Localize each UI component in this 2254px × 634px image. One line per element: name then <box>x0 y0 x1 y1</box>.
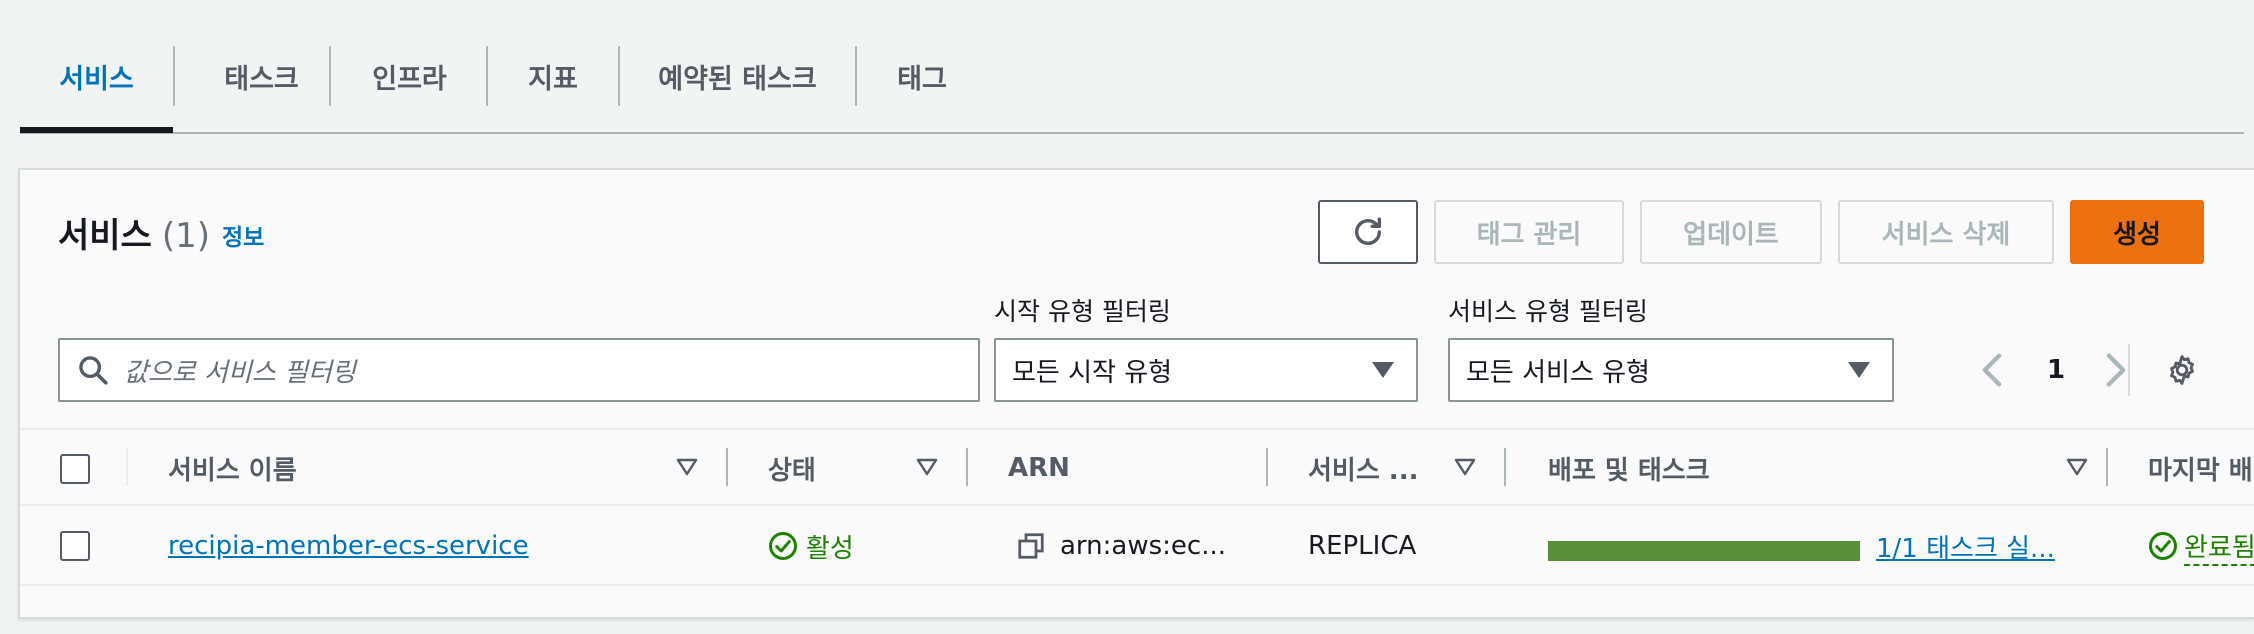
pager-divider <box>2128 344 2130 396</box>
column-divider <box>1266 448 1268 486</box>
tab-metrics[interactable]: 지표 <box>488 46 618 106</box>
caret-down-icon <box>1372 362 1394 378</box>
sort-icon <box>916 458 938 476</box>
launch-type-value: 모든 시작 유형 <box>1012 357 1173 388</box>
deployment-progress-fill <box>1548 541 1860 561</box>
sort-icon <box>2066 458 2088 476</box>
refresh-icon <box>1354 217 1382 245</box>
table-settings-button[interactable] <box>2158 346 2206 394</box>
caret-down-icon <box>1848 362 1870 378</box>
service-type-text: REPLICA <box>1308 531 1417 561</box>
search-placeholder: 값으로 서비스 필터링 <box>124 357 356 388</box>
service-name-link[interactable]: recipia-member-ecs-service <box>168 531 529 561</box>
chevron-right-icon <box>2106 353 2126 387</box>
arn-cell: arn:aws:ec... <box>1016 506 1226 586</box>
last-deployment-text[interactable]: 완료됨 <box>2184 527 2254 566</box>
last-deployment-cell: 완료됨 <box>2148 506 2254 586</box>
services-panel: 서비스 (1) 정보 태그 관리 업데이트 서비스 삭제 생성 시작 유형 필터… <box>18 168 2254 619</box>
current-page[interactable]: 1 <box>2036 346 2076 394</box>
tab-services[interactable]: 서비스 <box>20 46 173 106</box>
column-divider <box>966 448 968 486</box>
status-cell: 활성 <box>768 506 854 586</box>
success-check-icon <box>2149 532 2177 560</box>
table-row: recipia-member-ecs-service 활성 arn:aws:ec… <box>20 506 2254 586</box>
tab-bar: 서비스 태스크 인프라 지표 예약된 태스크 태그 <box>20 0 2244 134</box>
table-header: 서비스 이름 상태 ARN 서비스 ... 배포 및 태스크 마지막 배 <box>20 428 2254 506</box>
service-type-filter-label: 서비스 유형 필터링 <box>1448 297 1648 326</box>
column-divider <box>2106 448 2108 486</box>
info-link[interactable]: 정보 <box>222 218 264 252</box>
column-divider <box>1504 448 1506 486</box>
panel-title-text: 서비스 <box>58 216 152 256</box>
column-header-deployments-tasks[interactable]: 배포 및 태스크 <box>1548 430 1710 506</box>
panel-title: 서비스 (1) <box>58 208 210 257</box>
column-header-service-name[interactable]: 서비스 이름 <box>168 430 297 506</box>
column-divider <box>126 448 128 486</box>
tab-scheduled-tasks[interactable]: 예약된 태스크 <box>620 46 855 106</box>
tab-tasks[interactable]: 태스크 <box>175 46 348 106</box>
row-checkbox[interactable] <box>60 531 90 561</box>
next-page-button[interactable] <box>2096 346 2136 394</box>
column-header-last-deployment[interactable]: 마지막 배 <box>2148 430 2253 506</box>
select-all-checkbox[interactable] <box>60 454 90 484</box>
refresh-button[interactable] <box>1318 200 1418 264</box>
tasks-link[interactable]: 1/1 태스크 실... <box>1876 528 2055 565</box>
gear-icon <box>2170 355 2194 385</box>
tab-infrastructure[interactable]: 인프라 <box>331 46 488 106</box>
launch-type-filter-label: 시작 유형 필터링 <box>994 297 1171 326</box>
launch-type-select[interactable]: 모든 시작 유형 <box>994 338 1418 402</box>
column-divider <box>726 448 728 486</box>
previous-page-button[interactable] <box>1972 346 2012 394</box>
search-icon <box>79 356 108 385</box>
chevron-left-icon <box>1982 353 2002 387</box>
sort-icon <box>676 458 698 476</box>
manage-tags-button[interactable]: 태그 관리 <box>1434 200 1624 264</box>
update-button[interactable]: 업데이트 <box>1640 200 1822 264</box>
service-type-select[interactable]: 모든 서비스 유형 <box>1448 338 1894 402</box>
column-header-status[interactable]: 상태 <box>768 430 816 506</box>
sort-icon <box>1454 458 1476 476</box>
copy-icon[interactable] <box>1016 531 1046 561</box>
delete-service-button[interactable]: 서비스 삭제 <box>1838 200 2054 264</box>
success-check-icon <box>769 532 797 560</box>
status-text: 활성 <box>806 533 854 564</box>
search-input[interactable]: 값으로 서비스 필터링 <box>58 338 980 402</box>
deployment-progress-bar <box>1548 541 1860 561</box>
active-tab-indicator <box>20 127 173 133</box>
arn-text: arn:aws:ec... <box>1060 531 1226 561</box>
create-button[interactable]: 생성 <box>2070 200 2204 264</box>
column-header-service-type[interactable]: 서비스 ... <box>1308 430 1418 506</box>
tab-tags[interactable]: 태그 <box>857 46 987 106</box>
service-count: (1) <box>161 216 211 256</box>
column-header-arn[interactable]: ARN <box>1008 430 1070 506</box>
service-type-value: 모든 서비스 유형 <box>1466 357 1650 388</box>
